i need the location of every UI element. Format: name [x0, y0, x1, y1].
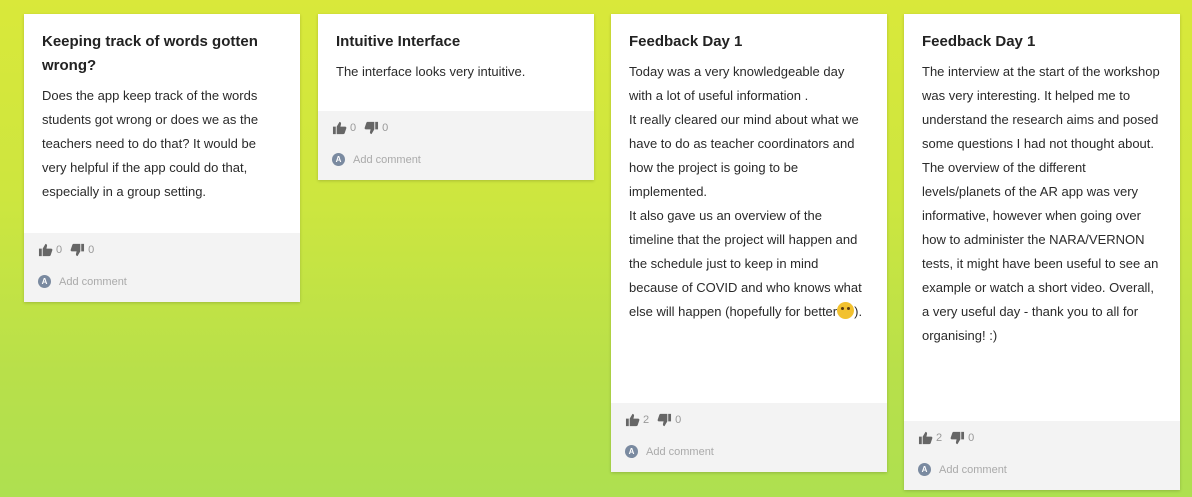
dislike-button[interactable]: 0 — [657, 413, 681, 427]
thumbs-up-icon — [38, 243, 53, 257]
like-count: 0 — [56, 244, 63, 256]
like-count: 2 — [643, 414, 650, 426]
thumbs-up-icon — [625, 413, 640, 427]
post-text: It also gave us an overview of the timel… — [629, 208, 862, 319]
like-button[interactable]: 0 — [332, 121, 356, 135]
post-paragraph: Today was a very knowledgeable day with … — [629, 64, 845, 103]
dislike-count: 0 — [675, 414, 682, 426]
avatar: A — [918, 463, 931, 476]
like-button[interactable]: 2 — [918, 431, 942, 445]
thumbs-down-icon — [657, 413, 672, 427]
post-title: Keeping track of words gotten wrong? — [42, 33, 258, 74]
vote-bar: 2 0 — [611, 403, 887, 439]
thumbs-down-icon — [950, 431, 965, 445]
post-footer: 0 0 A Add comment — [318, 111, 594, 180]
avatar: A — [332, 153, 345, 166]
dislike-count: 0 — [88, 244, 95, 256]
vote-bar: 0 0 — [318, 111, 594, 147]
post-body: The interview at the start of the worksh… — [922, 60, 1162, 348]
post-card-feedback-day-1-b[interactable]: Feedback Day 1 The interview at the star… — [904, 14, 1180, 490]
like-count: 0 — [350, 122, 357, 134]
add-comment-button[interactable]: A Add comment — [611, 439, 887, 472]
dislike-count: 0 — [382, 122, 389, 134]
dislike-count: 0 — [968, 432, 975, 444]
like-button[interactable]: 2 — [625, 413, 649, 427]
post-body: Today was a very knowledgeable day with … — [629, 60, 869, 324]
thumbs-up-icon — [332, 121, 347, 135]
thumbs-up-icon — [918, 431, 933, 445]
post-footer: 2 0 A Add comment — [904, 421, 1180, 490]
add-comment-label: Add comment — [353, 153, 421, 166]
post-title: Feedback Day 1 — [629, 33, 743, 50]
post-title: Intuitive Interface — [336, 33, 461, 50]
add-comment-button[interactable]: A Add comment — [24, 269, 300, 302]
smiley-emoji-icon — [837, 302, 855, 319]
add-comment-label: Add comment — [646, 445, 714, 458]
avatar: A — [625, 445, 638, 458]
add-comment-label: Add comment — [939, 463, 1007, 476]
post-paragraph: The interface looks very intuitive. — [336, 64, 526, 79]
post-text-end: ). — [854, 304, 863, 319]
post-body: The interface looks very intuitive. — [336, 60, 576, 84]
add-comment-label: Add comment — [59, 275, 127, 288]
post-paragraph: It really cleared our mind about what we… — [629, 112, 859, 199]
post-paragraph: Does the app keep track of the words stu… — [42, 88, 259, 199]
like-count: 2 — [936, 432, 943, 444]
post-title: Feedback Day 1 — [922, 33, 1036, 50]
post-body: Does the app keep track of the words stu… — [42, 84, 282, 204]
post-card-intuitive-interface[interactable]: Intuitive Interface The interface looks … — [318, 14, 594, 180]
add-comment-button[interactable]: A Add comment — [318, 147, 594, 180]
avatar: A — [38, 275, 51, 288]
vote-bar: 2 0 — [904, 421, 1180, 457]
vote-bar: 0 0 — [24, 233, 300, 269]
post-paragraph: The interview at the start of the worksh… — [922, 64, 1160, 343]
add-comment-button[interactable]: A Add comment — [904, 457, 1180, 490]
post-paragraph-last: It also gave us an overview of the timel… — [629, 204, 869, 324]
post-footer: 2 0 A Add comment — [611, 403, 887, 472]
post-card-feedback-day-1-a[interactable]: Feedback Day 1 Today was a very knowledg… — [611, 14, 887, 472]
dislike-button[interactable]: 0 — [950, 431, 974, 445]
post-card-words-gotten-wrong[interactable]: Keeping track of words gotten wrong? Doe… — [24, 14, 300, 302]
thumbs-down-icon — [364, 121, 379, 135]
post-footer: 0 0 A Add comment — [24, 233, 300, 302]
like-button[interactable]: 0 — [38, 243, 62, 257]
thumbs-down-icon — [70, 243, 85, 257]
dislike-button[interactable]: 0 — [364, 121, 388, 135]
dislike-button[interactable]: 0 — [70, 243, 94, 257]
